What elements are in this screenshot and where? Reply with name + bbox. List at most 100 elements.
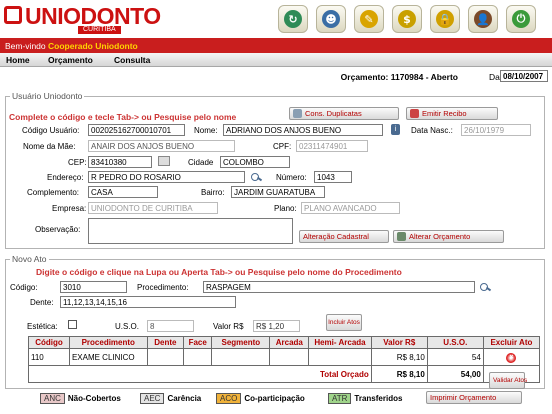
exit-button[interactable]: ⏻ [506, 5, 536, 33]
endereco-input[interactable]: R PEDRO DO ROSARIO [88, 171, 245, 183]
legend-label: Co-participação [244, 394, 305, 403]
main-menu: Home Orçamento Consulta [0, 53, 552, 67]
data-nasc-label: Data Nasc.: [411, 126, 453, 135]
ato-codigo-input[interactable]: 3010 [60, 281, 127, 293]
welcome-bar: Bem-vindo Cooperado Uniodonto [0, 38, 552, 53]
procedimento-label: Procedimento: [137, 283, 189, 292]
estetica-label: Estética: [27, 322, 58, 331]
cpf-input[interactable]: 02311474901 [296, 140, 368, 152]
complemento-label: Complemento: [27, 188, 80, 197]
screen: { "header": {"logo": "UNIODONTO", "logo_… [0, 0, 552, 414]
legend-item: AEC Carência [140, 393, 201, 404]
lock-button[interactable]: 🔒 [430, 5, 460, 33]
column-header: Dente [146, 336, 185, 349]
usuario-legend: Usuário Uniodonto [10, 91, 85, 101]
legend-code: ACO [216, 393, 242, 404]
cell-procedimento: EXAME CLINICO [68, 348, 148, 366]
exit-icon: ⏻ [512, 10, 530, 28]
cell-total_valor: R$ 8,10 [370, 365, 428, 383]
delete-icon[interactable]: × [506, 352, 517, 363]
menu-home[interactable]: Home [6, 55, 30, 65]
dollar-icon: $ [398, 10, 416, 28]
people-icon: ☻ [322, 10, 340, 28]
total-row: Total Orçado R$ 8,10 54,00 [28, 365, 541, 383]
complemento-input[interactable]: CASA [88, 186, 158, 198]
legend-item: ANC Não-Cobertos [40, 393, 121, 404]
legend-code: AEC [140, 393, 165, 404]
menu-consulta[interactable]: Consulta [114, 55, 150, 65]
legend-label: Transferidos [354, 394, 403, 403]
column-header: Segmento [211, 336, 271, 349]
endereco-search-icon[interactable] [251, 173, 262, 181]
recibo-icon [410, 109, 419, 118]
plano-input[interactable]: PLANO AVANCADO [301, 202, 400, 214]
uniodonto-logo: UNIODONTO CURITIBA [4, 4, 164, 36]
refresh-button[interactable]: ↻ [278, 5, 308, 33]
nome-input[interactable]: ADRIANO DOS ANJOS BUENO [223, 124, 383, 136]
column-header: Arcada [269, 336, 310, 349]
emitir-recibo-button[interactable]: Emitir Recibo [406, 107, 498, 120]
column-header: Excluir Ato [482, 336, 541, 349]
legend-item: ACO Co-participação [216, 393, 305, 404]
column-header: Código [28, 336, 70, 349]
dollar-button[interactable]: $ [392, 5, 422, 33]
data-nasc-input[interactable]: 26/10/1979 [461, 124, 531, 136]
codigo-usuario-label: Código Usuário: [22, 126, 80, 135]
legend-code: ATR [328, 393, 352, 404]
alteracao-cadastral-button[interactable]: Alteração Cadastral [299, 230, 389, 243]
validar-atos-button[interactable]: Validar Atos [489, 372, 527, 389]
dente-label: Dente: [30, 298, 54, 307]
estetica-checkbox[interactable] [68, 320, 77, 329]
cidade-input[interactable]: COLOMBO [220, 156, 290, 168]
edit-document-button[interactable]: ✎ [354, 5, 384, 33]
data-field[interactable]: 08/10/2007 [500, 70, 548, 82]
cons-duplicatas-button[interactable]: Cons. Duplicatas [289, 107, 399, 120]
codigo-usuario-input[interactable]: 00202516270001070​1 [88, 124, 185, 136]
user-button[interactable]: 👤 [468, 5, 498, 33]
procedimento-search-icon[interactable] [480, 283, 491, 291]
menu-orcamento[interactable]: Orçamento [48, 55, 93, 65]
legend-label: Carência [167, 394, 202, 403]
info-icon[interactable]: i [391, 124, 400, 135]
procedimento-input[interactable]: RASPAGEM [203, 281, 475, 293]
table-header: Código Procedimento Dente Face Segmento Arcad… [28, 336, 541, 349]
duplicatas-icon [293, 109, 302, 118]
column-header: Valor R$ [370, 336, 428, 349]
legend-item: ATR Transferidos [328, 393, 402, 404]
column-header: Hemi- Arcada [308, 336, 372, 349]
imprimir-orcamento-button[interactable]: Imprimir Orçamento [426, 391, 522, 404]
cep-search-button[interactable] [158, 156, 170, 166]
endereco-label: Endereço: [47, 173, 84, 182]
observacao-textarea[interactable] [88, 218, 293, 244]
novo-ato-legend: Novo Ato [10, 254, 49, 264]
cell-dente [146, 348, 185, 366]
cep-input[interactable]: 83410380 [88, 156, 152, 168]
cell-valor: R$ 8,10 [370, 348, 428, 366]
people-button[interactable]: ☻ [316, 5, 346, 33]
nome-label: Nome: [194, 126, 218, 135]
bairro-input[interactable]: JARDIM GUARATUBA [231, 186, 325, 198]
ato-codigo-label: Código: [10, 283, 38, 292]
edit-document-icon: ✎ [360, 10, 378, 28]
cpf-label: CPF: [273, 142, 292, 151]
orcamento-title: Orçamento: 1170984 - Aberto [340, 72, 458, 82]
nome-mae-input[interactable]: ANAIR DOS ANJOS BUENO [88, 140, 235, 152]
valor-input[interactable]: R$ 1,20 [253, 320, 300, 332]
dente-input[interactable]: 11,12,13,14,15,16 [60, 296, 236, 308]
cep-label: CEP: [68, 158, 87, 167]
alterar-orcamento-button[interactable]: Alterar Orçamento [393, 230, 504, 243]
logo-subtitle: CURITIBA [78, 26, 121, 34]
incluir-atos-button[interactable]: Incluir Atos [326, 314, 362, 331]
uso-input[interactable]: 8 [147, 320, 194, 332]
atos-table: Código Procedimento Dente Face Segmento Arcad… [28, 336, 541, 383]
numero-input[interactable]: 1043 [314, 171, 352, 183]
welcome-prefix: Bem-vindo [5, 41, 46, 51]
column-header: Face [183, 336, 213, 349]
uso-label: U.S.O. [115, 322, 140, 331]
valor-label: Valor R$ [213, 322, 244, 331]
empresa-input[interactable]: UNIODONTO DE CURITIBA [88, 202, 218, 214]
nome-mae-label: Nome da Mãe: [23, 142, 76, 151]
cidade-label: Cidade [188, 158, 214, 167]
alterar-orcamento-icon [397, 232, 406, 241]
cell-segmento [211, 348, 271, 366]
